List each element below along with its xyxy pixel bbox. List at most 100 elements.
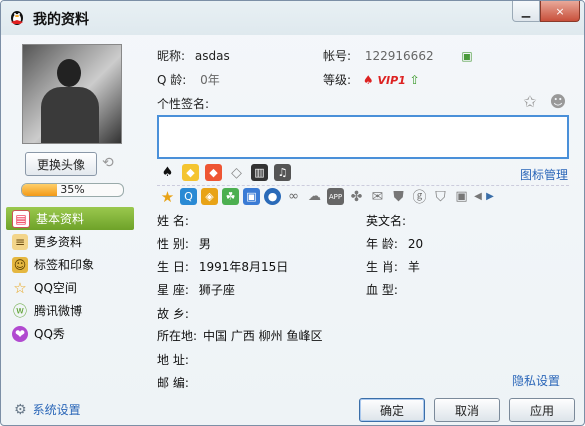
avatar[interactable] — [22, 44, 122, 144]
hometown-field: 故 乡: — [157, 305, 199, 322]
address-field: 地 址: — [157, 351, 199, 368]
constellation-value[interactable]: 狮子座 — [199, 283, 235, 297]
document-icon: ≡ — [12, 233, 28, 250]
email-circle-icon[interactable]: ⓖ — [411, 188, 428, 206]
sidebar-item-tags[interactable]: ☺ 标签和印象 — [6, 253, 134, 276]
star-add-icon[interactable]: ✩ — [521, 92, 539, 111]
qq-service-icon[interactable]: Q — [180, 188, 197, 205]
window-controls: ▁ × — [512, 1, 580, 22]
sidebar-item-more-info[interactable]: ≡ 更多资料 — [6, 230, 134, 253]
level-row: 等级: ♠ VIP1 ⇧ — [323, 71, 420, 88]
profile-window: 我的资料 ▁ × 更换头像 ⟲ 35% ▤ 基本资料 ≡ 更多资料 ☺ 标签和印… — [0, 0, 585, 426]
ok-button[interactable]: 确定 — [359, 398, 425, 422]
qq-penguin-icon — [11, 11, 23, 25]
shield-icon[interactable]: ◈ — [201, 188, 218, 205]
birthday-field: 生 日: 1991年8月15日 — [157, 258, 288, 275]
left-panel: 更换头像 ⟲ 35% ▤ 基本资料 ≡ 更多资料 ☺ 标签和印象 ☆ QQ空间 — [1, 35, 138, 391]
security-icon[interactable]: ⛊ — [390, 188, 407, 205]
english-name-field: 英文名: — [366, 212, 416, 229]
qq-age-row: Q 龄: 0年 — [157, 71, 220, 88]
diamond-icon[interactable]: ◇ — [228, 164, 245, 181]
gender-field: 性 别: 男 — [157, 235, 211, 252]
name-field: 姓 名: — [157, 212, 199, 229]
footer-bar: ⚙ 系统设置 确定 取消 应用 — [1, 391, 584, 425]
vip-penguin-icon: ♠ — [362, 73, 374, 87]
avatar-history-icon[interactable]: ⟲ — [102, 155, 118, 171]
hometown-label: 故 乡: — [157, 307, 189, 321]
zodiac-animal-label: 生 肖: — [366, 260, 398, 274]
user-settings-icon[interactable]: ☻ — [549, 92, 567, 111]
account-row: 帐号: 122916662 ▣ — [323, 47, 473, 64]
scroll-right-icon[interactable]: ▶ — [486, 188, 494, 205]
sidebar-item-label: QQ空间 — [34, 281, 77, 295]
system-settings-link[interactable]: ⚙ 系统设置 — [14, 401, 81, 418]
window-title: 我的资料 — [33, 12, 89, 28]
sidebar-item-label: 更多资料 — [34, 235, 83, 249]
gender-label: 性 别: — [157, 237, 189, 251]
scroll-left-icon[interactable]: ◀ — [474, 188, 482, 205]
copy-account-icon[interactable]: ▣ — [461, 49, 472, 63]
zodiac-animal-field: 生 肖: 羊 — [366, 258, 420, 275]
blood-type-field: 血 型: — [366, 281, 408, 298]
age-field: 年 龄: 20 — [366, 235, 423, 252]
tag-profile-icon: ☺ — [12, 256, 28, 273]
privacy-settings-link[interactable]: 隐私设置 — [512, 372, 560, 389]
clover-icon[interactable]: ✤ — [348, 188, 365, 205]
photo-icon[interactable]: ▣ — [243, 188, 260, 205]
change-avatar-button[interactable]: 更换头像 — [25, 152, 97, 176]
mail-icon[interactable]: ✉ — [369, 188, 386, 205]
sidebar-item-label: 腾讯微博 — [34, 304, 83, 318]
qq-penguin-badge-icon[interactable]: ♠ — [159, 164, 176, 181]
birthday-value[interactable]: 1991年8月15日 — [199, 260, 288, 274]
vip-badge[interactable]: VIP1 — [377, 74, 405, 87]
nickname-value[interactable]: asdas — [195, 49, 230, 63]
gender-value[interactable]: 男 — [199, 237, 211, 251]
chat-icon[interactable]: ☁ — [306, 188, 323, 205]
music-badge-icon[interactable]: ♫ — [274, 164, 291, 181]
yellow-diamond-icon[interactable]: ◆ — [182, 164, 199, 181]
game-badge-icon[interactable]: ▥ — [251, 164, 268, 181]
zodiac-animal-value[interactable]: 羊 — [408, 260, 420, 274]
location-label: 所在地: — [157, 329, 198, 343]
nickname-label: 昵称: — [157, 49, 186, 63]
location-value[interactable]: 中国 广西 柳州 鱼峰区 — [203, 329, 322, 343]
sidebar-nav: ▤ 基本资料 ≡ 更多资料 ☺ 标签和印象 ☆ QQ空间 ⓦ 腾讯微博 ❤ QQ… — [6, 207, 134, 345]
cancel-button[interactable]: 取消 — [434, 398, 500, 422]
video-icon[interactable]: ● — [264, 188, 281, 205]
gear-icon: ⚙ — [14, 401, 27, 418]
sidebar-item-weibo[interactable]: ⓦ 腾讯微博 — [6, 299, 134, 322]
nickname-row: 昵称: asdas — [157, 47, 230, 64]
signature-input[interactable] — [157, 115, 569, 159]
sidebar-item-basic-info[interactable]: ▤ 基本资料 — [6, 207, 134, 230]
sidebar-item-qzone[interactable]: ☆ QQ空间 — [6, 276, 134, 299]
guard-icon[interactable]: ⛉ — [432, 188, 449, 205]
app-icon[interactable]: APP — [327, 188, 344, 205]
service-icons-row: ★ Q ◈ ☘ ▣ ● ∞ ☁ APP ✤ ✉ ⛊ ⓖ ⛉ ▣ ◀ ▶ — [159, 188, 494, 206]
sidebar-item-label: 标签和印象 — [34, 258, 95, 272]
signature-tools: ✩ ☻ — [521, 92, 567, 111]
icon-manage-link[interactable]: 图标管理 — [520, 166, 568, 183]
link-icon[interactable]: ∞ — [285, 188, 302, 205]
progress-text: 35% — [60, 183, 85, 196]
system-settings-label: 系统设置 — [32, 403, 81, 417]
pet-icon[interactable]: ☘ — [222, 188, 239, 205]
title-bar[interactable]: 我的资料 ▁ × — [1, 1, 584, 35]
sidebar-item-qqshow[interactable]: ❤ QQ秀 — [6, 322, 134, 345]
apply-button[interactable]: 应用 — [509, 398, 575, 422]
qzone-star-icon[interactable]: ★ — [159, 188, 176, 206]
red-diamond-icon[interactable]: ◆ — [205, 164, 222, 181]
minimize-button[interactable]: ▁ — [512, 1, 540, 22]
zip-field: 邮 编: — [157, 374, 199, 391]
location-field: 所在地: 中国 广西 柳州 鱼峰区 — [157, 327, 323, 344]
profile-completion-bar: 35% — [21, 183, 124, 197]
level-up-icon: ⇧ — [409, 73, 420, 87]
constellation-field: 星 座: 狮子座 — [157, 281, 235, 298]
qq-age-label: Q 龄: — [157, 73, 187, 87]
age-value[interactable]: 20 — [408, 237, 423, 251]
close-button[interactable]: × — [540, 1, 580, 22]
account-value: 122916662 — [364, 49, 434, 63]
sidebar-item-label: QQ秀 — [34, 327, 65, 341]
gallery-icon[interactable]: ▣ — [453, 188, 470, 205]
close-icon: × — [555, 4, 565, 18]
star-icon: ☆ — [13, 278, 27, 297]
